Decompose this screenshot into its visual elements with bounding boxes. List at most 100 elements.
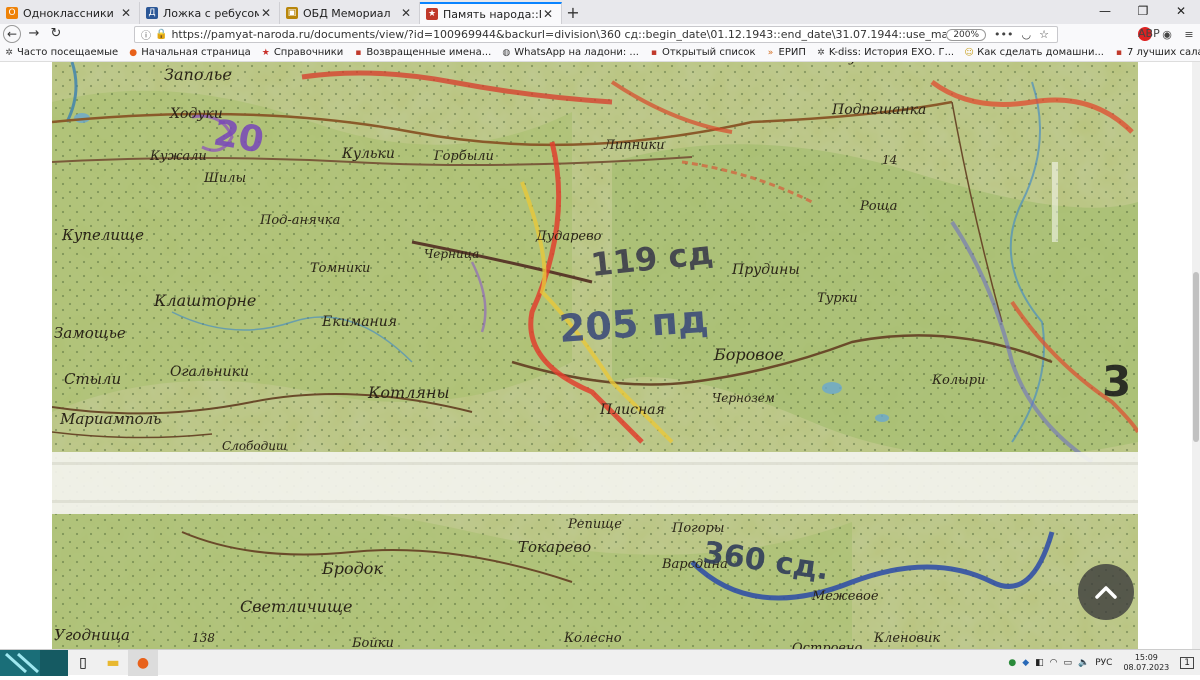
map-place-label: Островно bbox=[792, 641, 863, 649]
bookmark-item[interactable]: ★ Справочники bbox=[261, 47, 344, 58]
network-icon[interactable]: ● bbox=[1008, 658, 1016, 668]
map-place-label: Репище bbox=[567, 517, 622, 532]
arrow-icon: » bbox=[767, 47, 774, 58]
info-icon[interactable]: ⓘ bbox=[141, 27, 151, 42]
file-explorer-icon[interactable]: ▬ bbox=[98, 650, 128, 676]
map-place-label: Под-анячка bbox=[259, 213, 340, 228]
forward-icon[interactable]: → bbox=[23, 24, 45, 44]
map-place-label: Стыли bbox=[64, 370, 121, 388]
map-place-label: Слободиш bbox=[222, 439, 287, 453]
map-place-label: Екимания bbox=[321, 314, 397, 330]
map-place-label: 14 bbox=[882, 153, 897, 167]
firefox-taskbar-icon[interactable]: ● bbox=[128, 649, 158, 676]
bookmark-item[interactable]: ☺ Как сделать домашни... bbox=[964, 47, 1104, 58]
page-actions-icon[interactable]: ••• bbox=[994, 28, 1013, 41]
tab-1[interactable]: Д Ложка с ребусом | Стра✕ bbox=[140, 2, 280, 24]
start-button[interactable] bbox=[0, 649, 68, 676]
tab-2[interactable]: ▣ ОБД Мемориал ✕ bbox=[280, 2, 420, 24]
restore-icon[interactable]: ❐ bbox=[1124, 0, 1162, 22]
bookmark-star-icon[interactable]: ☆ bbox=[1039, 28, 1049, 41]
close-window-icon[interactable]: ✕ bbox=[1162, 0, 1200, 22]
chat-icon[interactable]: ◧ bbox=[1035, 658, 1044, 668]
map-place-label: Плисная bbox=[599, 402, 665, 418]
map-place-label: Кульки bbox=[341, 146, 395, 162]
map-place-label: Прудины bbox=[731, 262, 800, 278]
map-place-label: Кужали bbox=[149, 149, 207, 164]
tab-close-icon[interactable]: ✕ bbox=[399, 6, 413, 20]
bookmark-label: Возвращенные имена... bbox=[366, 47, 492, 58]
map-place-label: Заполье bbox=[164, 65, 232, 84]
account-icon[interactable]: ◉ bbox=[1156, 28, 1178, 41]
map-place-label: Мариамполь bbox=[59, 410, 161, 428]
tab-favicon-icon: Д bbox=[146, 7, 158, 19]
tab-favicon-icon: ▣ bbox=[286, 7, 298, 19]
bookmark-item[interactable]: ▪ Открытый список bbox=[649, 47, 756, 58]
gear-icon: ✲ bbox=[817, 47, 825, 58]
tab-label: Одноклассники bbox=[23, 6, 114, 20]
bookmark-item[interactable]: ◍ WhatsApp на ладони: ... bbox=[501, 47, 639, 58]
volume-icon[interactable]: 🔈 bbox=[1078, 658, 1089, 668]
tab-0[interactable]: О Одноклассники ✕ bbox=[0, 2, 140, 24]
star-icon: ★ bbox=[261, 47, 270, 58]
minimize-icon[interactable]: — bbox=[1086, 0, 1124, 22]
language-indicator[interactable]: РУС bbox=[1095, 658, 1112, 668]
new-tab-button[interactable]: + bbox=[562, 2, 584, 24]
map-place-label: Роща bbox=[859, 199, 897, 214]
scroll-to-top-button[interactable] bbox=[1078, 564, 1134, 620]
map-place-label: Боровое bbox=[713, 345, 784, 364]
tab-bar: ООдноклассники✕ДЛожка с ребусом | Стра✕▣… bbox=[0, 0, 1200, 24]
map-place-label: Токарево bbox=[518, 538, 591, 556]
tab-label: Ложка с ребусом | Стра bbox=[163, 6, 259, 20]
map-unit-annotation: 3 bbox=[1102, 357, 1131, 406]
map-place-label: Клашторне bbox=[153, 291, 256, 310]
windows-taskbar: ▯ ▬ ● ● ◆ ◧ ◠ ▭ 🔈 РУС 15:09 08.07.2023 1 bbox=[0, 649, 1200, 676]
tab-3[interactable]: ★ Память народа::Подлин✕ bbox=[420, 2, 562, 24]
url-text[interactable]: https://pamyat-naroda.ru/documents/view/… bbox=[171, 28, 946, 41]
scrollbar-thumb[interactable] bbox=[1193, 272, 1199, 442]
bookmark-item[interactable]: ▪7 лучших салатов из о... bbox=[1114, 47, 1200, 58]
system-tray: ● ◆ ◧ ◠ ▭ 🔈 РУС 15:09 08.07.2023 1 bbox=[1005, 650, 1200, 676]
map-place-label: Котляны bbox=[367, 383, 450, 402]
smile-icon: ☺ bbox=[964, 47, 974, 58]
notifications-icon[interactable]: 1 bbox=[1180, 657, 1194, 669]
bookmark-label: Начальная страница bbox=[141, 47, 251, 58]
tab-close-icon[interactable]: ✕ bbox=[541, 7, 555, 21]
shield-icon[interactable]: ◆ bbox=[1022, 658, 1029, 668]
firefox-icon: ● bbox=[129, 47, 138, 58]
bookmark-item[interactable]: ● Начальная страница bbox=[128, 47, 251, 58]
map-place-label: Огальники bbox=[170, 364, 249, 380]
menu-icon[interactable]: ≡ bbox=[1178, 28, 1200, 41]
address-bar[interactable]: ⓘ 🔒 https://pamyat-naroda.ru/documents/v… bbox=[134, 26, 1058, 43]
lock-icon[interactable]: 🔒 bbox=[155, 29, 167, 40]
zoom-level[interactable]: 200% bbox=[946, 28, 987, 41]
map-place-label: 138 bbox=[192, 631, 215, 645]
bookmark-item[interactable]: ✲ K-diss: История ЕХО. Г... bbox=[816, 47, 954, 58]
page-scrollbar[interactable] bbox=[1192, 62, 1200, 649]
battery-icon[interactable]: ▭ bbox=[1064, 658, 1073, 668]
map-svg: Заполье Ходуки Кужали Кульки Горбыли Липники П… bbox=[52, 62, 1138, 649]
map-place-label: Чернозем bbox=[712, 391, 775, 405]
tab-close-icon[interactable]: ✕ bbox=[259, 6, 273, 20]
bookmarks-toolbar: ✲ Часто посещаемые ● Начальная страница ★ Спр… bbox=[0, 44, 1200, 62]
site-icon: ▪ bbox=[355, 47, 362, 58]
back-icon[interactable]: ← bbox=[3, 25, 21, 43]
tab-label: Память народа::Подлин bbox=[443, 7, 541, 21]
wifi-icon[interactable]: ◠ bbox=[1050, 658, 1058, 668]
bookmark-item[interactable]: » ЕРИП bbox=[766, 47, 806, 58]
tab-label: ОБД Мемориал bbox=[303, 6, 391, 20]
reload-icon[interactable]: ↻ bbox=[45, 24, 67, 44]
pocket-icon[interactable]: ◡ bbox=[1022, 28, 1032, 41]
map-place-label: Шилы bbox=[203, 171, 246, 186]
adblock-icon[interactable]: ABP bbox=[1138, 27, 1160, 41]
clock[interactable]: 15:09 08.07.2023 bbox=[1123, 653, 1169, 673]
map-place-label: Дударево bbox=[535, 229, 602, 244]
bookmark-item[interactable]: ✲ Часто посещаемые bbox=[4, 47, 118, 58]
map-place-label: Горбыли bbox=[433, 149, 494, 164]
map-place-label: Подпешанка bbox=[831, 102, 926, 118]
bookmark-item[interactable]: ▪ Возвращенные имена... bbox=[353, 47, 491, 58]
tab-close-icon[interactable]: ✕ bbox=[119, 6, 133, 20]
site-icon: ▪ bbox=[650, 47, 658, 58]
taskview-icon[interactable]: ▯ bbox=[68, 650, 98, 676]
map-place-label: Замощье bbox=[54, 324, 126, 342]
bookmark-label: Справочники bbox=[273, 47, 344, 58]
